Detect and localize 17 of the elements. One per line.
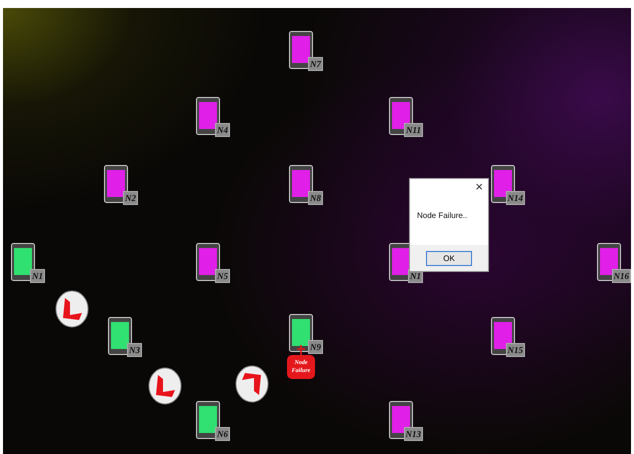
node-label: N8 [308, 191, 323, 205]
node-label: N7 [308, 57, 323, 71]
node-label: N1 [30, 269, 45, 283]
ok-button[interactable]: OK [426, 250, 472, 266]
node-label: N5 [215, 269, 230, 283]
node-label: N3 [127, 343, 142, 357]
node-label: N15 [506, 343, 525, 357]
node-label: N4 [215, 123, 230, 137]
close-button[interactable]: × [470, 179, 488, 195]
node-label: N11 [404, 123, 423, 137]
node-label: N9 [308, 340, 323, 354]
node-label: N2 [123, 191, 138, 205]
dialog-message: Node Failure.. [416, 210, 468, 222]
node-label: N16 [612, 269, 631, 283]
node-label: N13 [404, 427, 423, 441]
node-label: N6 [215, 427, 230, 441]
node-label: N14 [506, 191, 525, 205]
